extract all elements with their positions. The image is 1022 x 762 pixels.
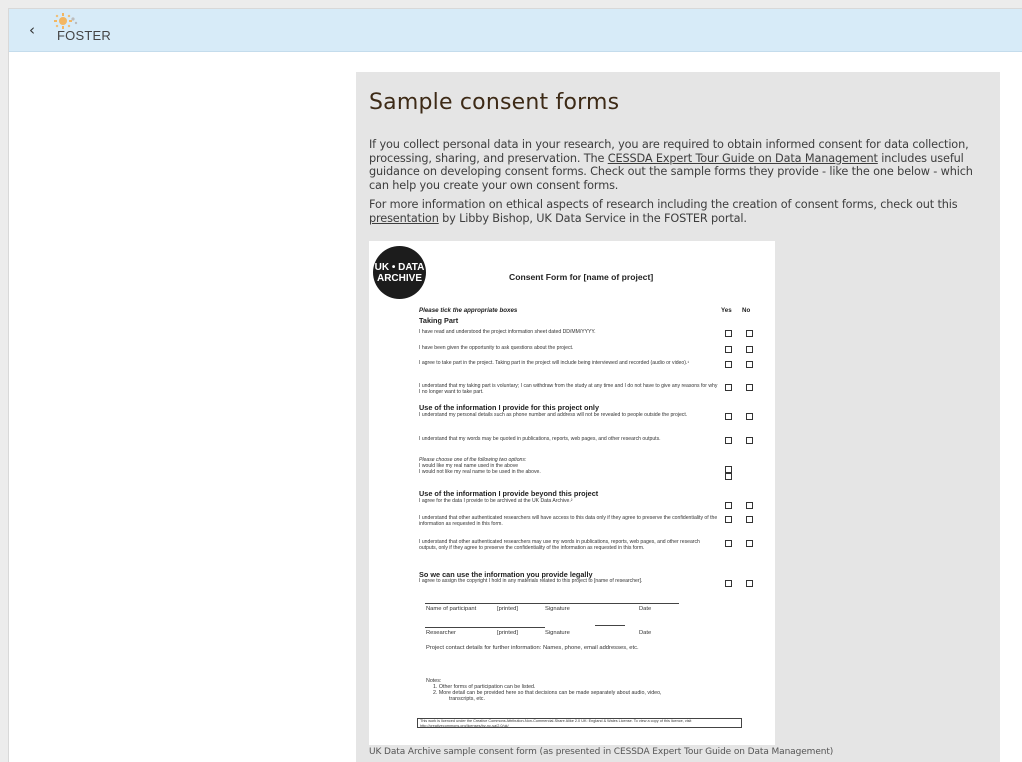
checkbox-yes-6 — [725, 437, 732, 444]
form-row-11: I agree to assign the copyright I hold i… — [419, 578, 643, 584]
checkbox-no-3 — [746, 361, 753, 368]
form-title: Consent Form for [name of project] — [509, 272, 654, 282]
participant-name-label: Name of participant — [426, 606, 477, 612]
section-use-beyond-project: Use of the information I provide beyond … — [419, 489, 599, 498]
column-no: No — [742, 307, 751, 314]
top-bar: ‹ FOSTER — [9, 9, 1022, 52]
form-row-4: I understand that my taking part is volu… — [419, 383, 718, 396]
checkbox-name-b — [725, 473, 732, 480]
form-row-6: I understand that my words may be quoted… — [419, 436, 661, 442]
form-row-7-option-b: I would not like my real name to be used… — [419, 469, 541, 475]
logo-text: FOSTER — [57, 28, 111, 43]
section-taking-part: Taking Part — [419, 316, 459, 325]
content-panel: Sample consent forms If you collect pers… — [356, 72, 1000, 762]
researcher-label: Researcher — [426, 630, 456, 636]
column-yes: Yes — [721, 307, 732, 314]
checkbox-yes-10 — [725, 540, 732, 547]
checkbox-no-2 — [746, 346, 753, 353]
date-label-2: Date — [639, 630, 652, 636]
signature-label-2: Signature — [545, 630, 570, 636]
checkbox-yes-3 — [725, 361, 732, 368]
section-use-this-project: Use of the information I provide for thi… — [419, 403, 600, 412]
form-row-10: I understand that other authenticated re… — [419, 539, 700, 552]
checkbox-no-8 — [746, 502, 753, 509]
checkbox-yes-11 — [725, 580, 732, 587]
date-label-1: Date — [639, 606, 652, 612]
checkbox-no-5 — [746, 413, 753, 420]
more-info-paragraph: For more information on ethical aspects … — [369, 198, 994, 225]
badge-line-2: ARCHIVE — [376, 273, 422, 284]
date-line-1 — [639, 603, 679, 604]
checkbox-yes-5 — [725, 413, 732, 420]
more-info-text-2: by Libby Bishop, UK Data Service in the … — [438, 211, 747, 225]
cessda-guide-link[interactable]: CESSDA Expert Tour Guide on Data Managem… — [608, 152, 878, 165]
more-info-text-1: For more information on ethical aspects … — [369, 198, 958, 211]
printed-label-1: [printed] — [497, 606, 518, 612]
foster-logo[interactable]: FOSTER — [53, 13, 133, 47]
checkbox-yes-8 — [725, 502, 732, 509]
contact-details: Project contact details for further info… — [426, 645, 639, 651]
checkbox-no-11 — [746, 580, 753, 587]
form-row-1: I have read and understood the project i… — [419, 329, 596, 335]
form-row-9: I understand that other authenticated re… — [419, 515, 718, 528]
date-line-2 — [595, 625, 625, 626]
consent-form-image: UK • DATA ARCHIVE Consent Form for [name… — [369, 241, 775, 745]
badge-line-1: UK • DATA — [374, 262, 425, 273]
checkbox-yes-1 — [725, 330, 732, 337]
printed-label-2: [printed] — [497, 630, 518, 636]
form-row-3: I agree to take part in the project. Tak… — [419, 360, 690, 366]
checkbox-yes-9 — [725, 516, 732, 523]
note-2-continued: transcripts, etc. — [449, 696, 485, 702]
form-row-5: I understand my personal details such as… — [419, 412, 688, 418]
presentation-link[interactable]: presentation — [369, 212, 439, 225]
checkbox-no-4 — [746, 384, 753, 391]
form-instructions: Please tick the appropriate boxes — [419, 307, 518, 314]
checkbox-no-1 — [746, 330, 753, 337]
checkbox-name-a — [725, 466, 732, 473]
checkbox-no-10 — [746, 540, 753, 547]
licence-notice: This work is licenced under the Creative… — [417, 718, 742, 728]
signature-label-1: Signature — [545, 606, 570, 612]
intro-paragraph: If you collect personal data in your res… — [369, 138, 994, 193]
form-caption: UK Data Archive sample consent form (as … — [369, 747, 834, 757]
checkbox-no-9 — [746, 516, 753, 523]
app-window: ‹ FOSTER Sample consent forms If you col… — [8, 8, 1022, 762]
page-title: Sample consent forms — [369, 90, 620, 115]
signature-line-2 — [425, 627, 545, 628]
checkbox-yes-2 — [725, 346, 732, 353]
back-chevron-icon[interactable]: ‹ — [23, 20, 41, 40]
checkbox-no-6 — [746, 437, 753, 444]
form-row-2: I have been given the opportunity to ask… — [419, 345, 574, 351]
uk-data-archive-logo: UK • DATA ARCHIVE — [373, 246, 426, 299]
form-row-8: I agree for the data I provide to be arc… — [419, 498, 573, 504]
checkbox-yes-4 — [725, 384, 732, 391]
